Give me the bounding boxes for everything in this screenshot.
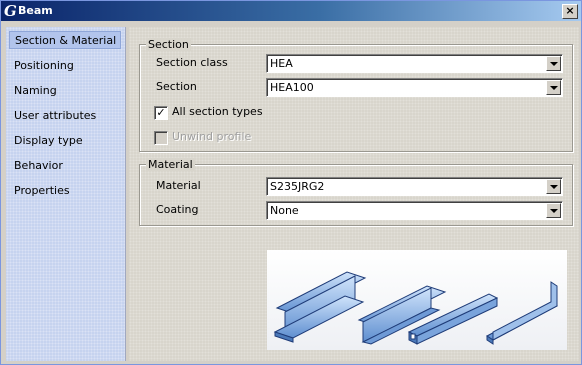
all-section-types-checkbox[interactable]: ✓ <box>154 106 168 120</box>
close-button[interactable]: × <box>562 4 578 19</box>
chevron-down-icon[interactable] <box>546 80 561 95</box>
section-group-legend: Section <box>146 38 191 51</box>
window-title: Beam <box>18 4 53 17</box>
section-class-select[interactable]: HEA <box>266 54 563 73</box>
i-beam-shape <box>273 271 367 343</box>
sidebar-item-label: Behavior <box>14 159 63 172</box>
sidebar-item-label: User attributes <box>14 109 97 122</box>
section-class-value: HEA <box>270 57 293 70</box>
sidebar-item-naming[interactable]: Naming <box>14 82 57 100</box>
coating-value: None <box>270 204 299 217</box>
material-group-legend: Material <box>146 158 195 171</box>
sidebar: Section & Material Positioning Naming Us… <box>6 27 126 361</box>
sidebar-item-positioning[interactable]: Positioning <box>14 57 74 75</box>
close-icon: × <box>565 4 575 17</box>
sidebar-item-section-material[interactable]: Section & Material <box>9 31 121 49</box>
material-group: Material Material S235JRG2 Coating None <box>139 158 573 226</box>
main-panel: Section Section class HEA Section HEA100… <box>129 27 579 361</box>
title-bar[interactable]: G Beam × <box>1 1 581 21</box>
unwind-profile-checkbox[interactable] <box>154 131 168 145</box>
sidebar-item-label: Naming <box>14 84 57 97</box>
sidebar-item-display-type[interactable]: Display type <box>14 132 83 150</box>
sidebar-item-label: Properties <box>14 184 70 197</box>
coating-select[interactable]: None <box>266 201 563 220</box>
section-class-label: Section class <box>156 56 228 69</box>
chevron-down-icon[interactable] <box>546 56 561 71</box>
section-group: Section Section class HEA Section HEA100… <box>139 38 573 152</box>
coating-label: Coating <box>156 203 199 216</box>
section-label: Section <box>156 80 197 93</box>
material-label: Material <box>156 179 201 192</box>
section-value: HEA100 <box>270 81 314 94</box>
beam-dialog: G Beam × Section & Material Positioning … <box>0 0 582 365</box>
sidebar-item-label: Section & Material <box>15 34 117 47</box>
sidebar-item-user-attributes[interactable]: User attributes <box>14 107 96 125</box>
material-value: S235JRG2 <box>270 180 325 193</box>
material-select[interactable]: S235JRG2 <box>266 177 563 196</box>
sidebar-item-behavior[interactable]: Behavior <box>14 157 63 175</box>
chevron-down-icon[interactable] <box>546 179 561 194</box>
all-section-types-label: All section types <box>172 105 263 118</box>
checkmark-icon: ✓ <box>156 106 166 119</box>
profile-preview-image <box>267 250 567 350</box>
angle-shape <box>486 281 558 345</box>
app-logo-icon: G <box>4 2 17 20</box>
sidebar-item-label: Display type <box>14 134 83 147</box>
section-select[interactable]: HEA100 <box>266 78 563 97</box>
beam-profiles-icon <box>273 271 558 345</box>
sidebar-item-properties[interactable]: Properties <box>14 182 70 200</box>
chevron-down-icon[interactable] <box>546 203 561 218</box>
unwind-profile-label: Unwind profile <box>172 130 252 143</box>
sidebar-item-label: Positioning <box>14 59 74 72</box>
